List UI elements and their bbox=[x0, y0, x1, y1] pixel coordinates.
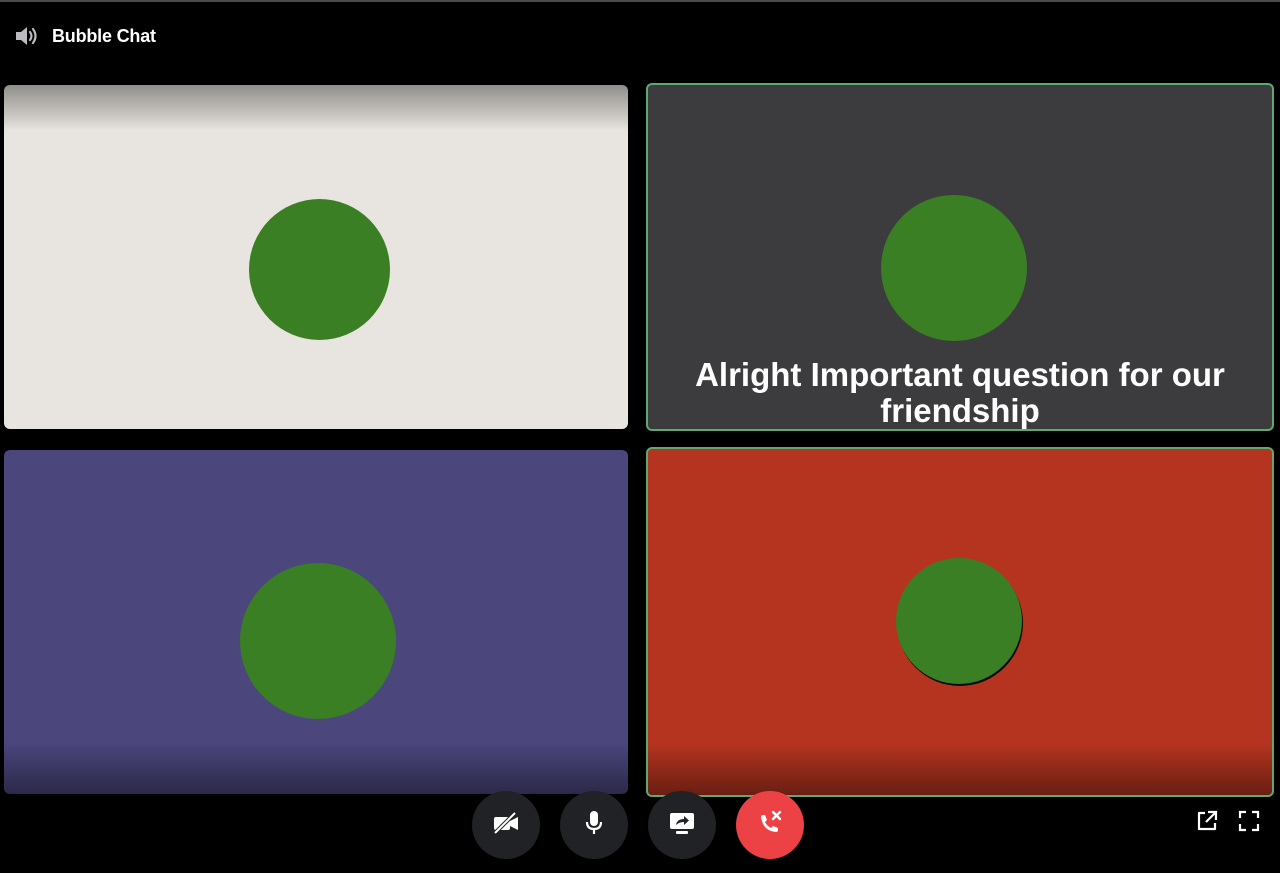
microphone-icon bbox=[583, 809, 605, 842]
participant-tile-3[interactable] bbox=[4, 450, 628, 794]
window-top-border bbox=[0, 0, 1280, 2]
participant-avatar bbox=[896, 558, 1022, 684]
camera-off-button[interactable] bbox=[472, 791, 540, 859]
screen-share-icon bbox=[668, 810, 696, 841]
participant-avatar bbox=[240, 563, 396, 719]
participant-tile-2[interactable]: Alright Important question for our frien… bbox=[646, 83, 1274, 431]
tile-shade-top bbox=[4, 85, 628, 131]
participant-avatar bbox=[249, 199, 390, 340]
fullscreen-button[interactable] bbox=[1236, 810, 1262, 836]
disconnect-button[interactable] bbox=[736, 791, 804, 859]
fullscreen-icon bbox=[1237, 809, 1261, 838]
call-controls bbox=[472, 791, 804, 859]
tile-shade-bottom bbox=[648, 743, 1272, 795]
participant-avatar bbox=[881, 195, 1027, 341]
microphone-button[interactable] bbox=[560, 791, 628, 859]
participant-tile-1[interactable] bbox=[4, 85, 628, 429]
view-tools bbox=[1194, 810, 1262, 836]
speaker-icon bbox=[14, 23, 40, 49]
pop-out-button[interactable] bbox=[1194, 810, 1220, 836]
caption-text: Alright Important question for our frien… bbox=[695, 356, 1225, 429]
phone-hangup-icon bbox=[755, 808, 785, 843]
participant-tile-4[interactable] bbox=[646, 447, 1274, 797]
channel-title: Bubble Chat bbox=[52, 25, 156, 46]
screen-share-button[interactable] bbox=[648, 791, 716, 859]
pop-out-icon bbox=[1195, 809, 1219, 838]
channel-header: Bubble Chat bbox=[14, 22, 156, 50]
video-off-icon bbox=[491, 811, 521, 840]
tile-shade-bottom bbox=[4, 742, 628, 794]
